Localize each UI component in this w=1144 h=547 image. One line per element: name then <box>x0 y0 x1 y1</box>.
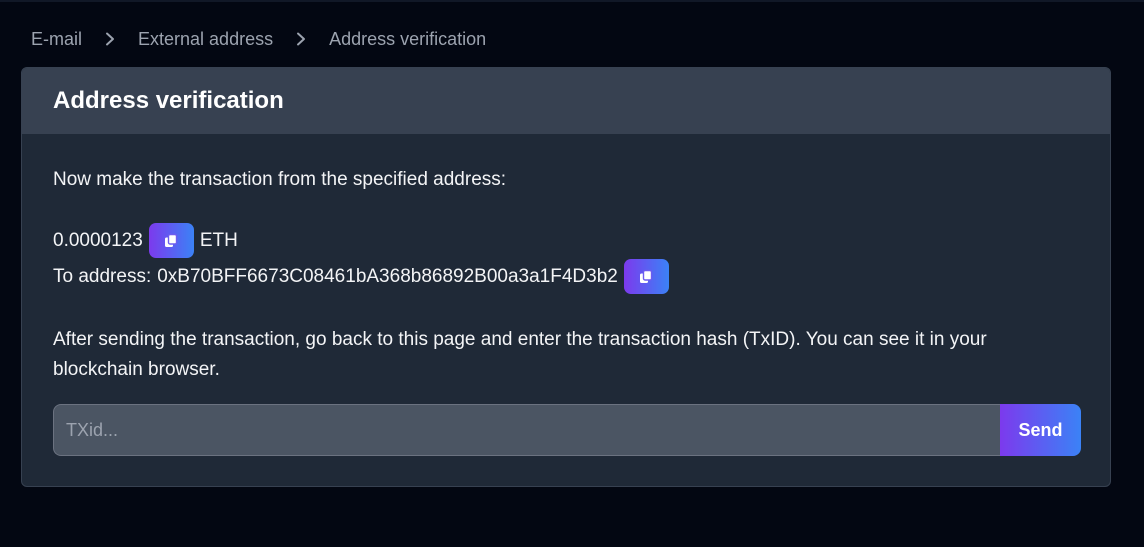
copy-amount-button[interactable] <box>148 223 194 258</box>
chevron-right-icon <box>273 32 329 46</box>
to-address-value: 0xB70BFF6673C08461bA368b86892B00a3a1F4D3… <box>157 265 618 287</box>
intro-text: Now make the transaction from the specif… <box>53 169 507 190</box>
copy-address-button[interactable] <box>623 259 669 294</box>
txid-input[interactable] <box>53 404 1000 456</box>
address-line: To address: 0xB70BFF6673C08461bA368b8689… <box>53 259 675 294</box>
to-address-label: To address: <box>53 265 152 287</box>
copy-icon <box>165 233 178 247</box>
currency-label: ETH <box>199 229 238 251</box>
breadcrumb-address-verification: Address verification <box>329 28 487 49</box>
copy-icon <box>640 269 653 283</box>
chevron-right-icon <box>82 32 138 46</box>
card-header: Address verification <box>22 68 1110 134</box>
breadcrumb: E-mail External address Address verifica… <box>31 27 486 51</box>
breadcrumb-external-address[interactable]: External address <box>138 29 273 50</box>
verification-card: Address verification Now make the transa… <box>21 67 1111 487</box>
amount-value: 0.0000123 <box>53 229 143 251</box>
amount-line: 0.0000123 ETH <box>53 223 238 258</box>
breadcrumb-email[interactable]: E-mail <box>31 29 82 50</box>
send-button[interactable]: Send <box>1000 404 1081 456</box>
top-border <box>0 0 1144 2</box>
page-title: Address verification <box>53 87 284 114</box>
txid-form: Send <box>53 404 1081 456</box>
instructions-text: After sending the transaction, go back t… <box>53 329 987 380</box>
